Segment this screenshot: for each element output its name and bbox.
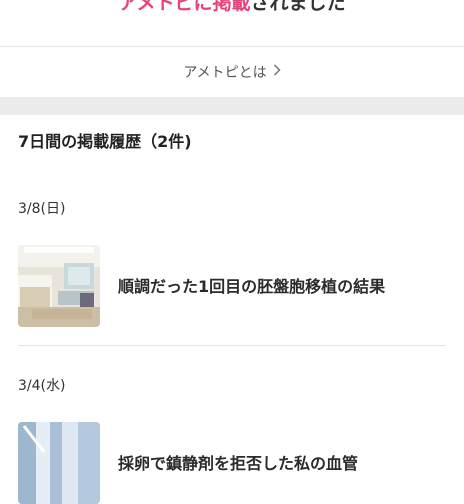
banner-title-rest: されました	[250, 0, 346, 14]
banner-title-highlight: アメトピに掲載	[118, 0, 251, 14]
article-title: 順調だった1回目の胚盤胞移植の結果	[118, 277, 386, 296]
entry-divider	[18, 345, 446, 346]
article-title: 採卵で鎮静剤を拒否した私の血管	[118, 454, 359, 473]
history-title: 7日間の掲載履歴（2件)	[18, 132, 192, 151]
entry-date: 3/8(日)	[18, 201, 66, 217]
section-separator	[0, 97, 464, 115]
banner-title: アメトピに掲載されました	[0, 0, 464, 15]
article-thumbnail	[18, 245, 100, 327]
about-ametopi-label: アメトピとは	[183, 65, 267, 81]
article-link[interactable]: 採卵で鎮静剤を拒否した私の血管	[18, 422, 446, 504]
about-ametopi-link[interactable]: アメトピとは	[0, 47, 464, 97]
published-banner: アメトピに掲載されました	[0, 0, 464, 47]
article-thumbnail	[18, 422, 100, 504]
article-link[interactable]: 順調だった1回目の胚盤胞移植の結果	[18, 245, 446, 327]
chevron-right-icon	[273, 64, 281, 80]
entry-date: 3/4(水)	[18, 378, 66, 394]
